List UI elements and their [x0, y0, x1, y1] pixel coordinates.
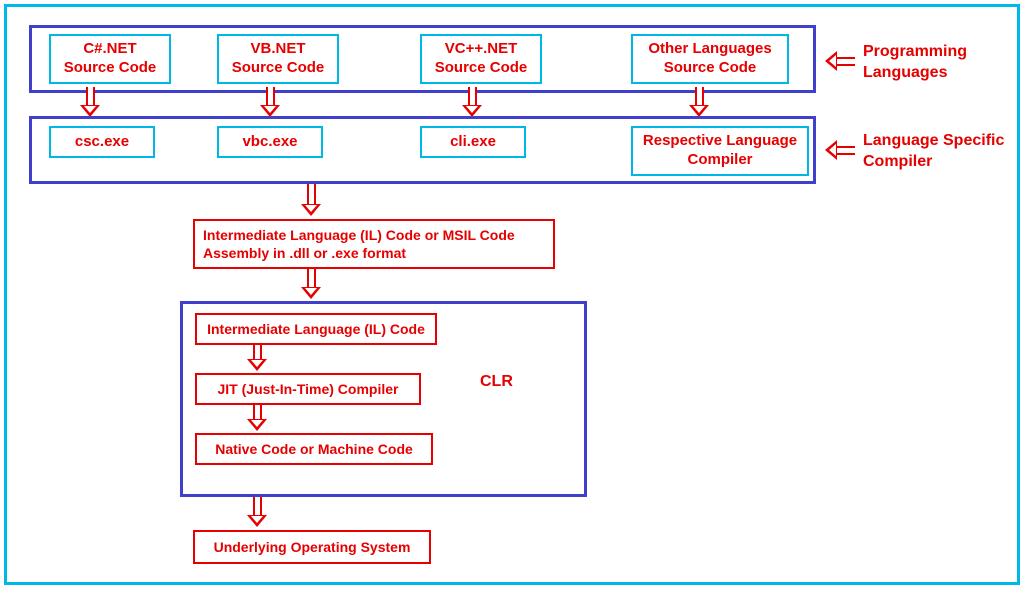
text: Source Code [435, 59, 528, 78]
box-vcpp-source: VC++.NET Source Code [420, 34, 542, 84]
text: Languages [863, 63, 967, 84]
box-vbc: vbc.exe [217, 126, 323, 158]
diagram-frame: C#.NET Source Code VB.NET Source Code VC… [4, 4, 1020, 585]
text: C#.NET [83, 40, 136, 59]
box-cli: cli.exe [420, 126, 526, 158]
label-programming-languages: Programming Languages [863, 42, 967, 84]
arrow-left-icon [825, 51, 855, 71]
text: VC++.NET [445, 40, 518, 59]
text: vbc.exe [242, 133, 297, 152]
box-il-code: Intermediate Language (IL) Code [195, 313, 437, 345]
text: cli.exe [450, 133, 496, 152]
text: Compiler [687, 151, 752, 170]
text: Respective Language [643, 132, 797, 151]
text: VB.NET [250, 40, 305, 59]
text: Source Code [664, 59, 757, 78]
label-clr: CLR [480, 372, 513, 393]
arrow-down-icon [301, 269, 321, 299]
label-language-compiler: Language Specific Compiler [863, 131, 1004, 173]
box-respective-compiler: Respective Language Compiler [631, 126, 809, 176]
text: Compiler [863, 152, 1004, 173]
arrow-left-icon [825, 140, 855, 160]
text: Programming [863, 42, 967, 63]
text: csc.exe [75, 133, 129, 152]
box-other-source: Other Languages Source Code [631, 34, 789, 84]
text: Source Code [232, 59, 325, 78]
arrow-down-icon [689, 87, 709, 117]
text: Source Code [64, 59, 157, 78]
box-jit: JIT (Just-In-Time) Compiler [195, 373, 421, 405]
box-il-assembly: Intermediate Language (IL) Code or MSIL … [193, 219, 555, 269]
box-vb-source: VB.NET Source Code [217, 34, 339, 84]
box-os: Underlying Operating System [193, 530, 431, 564]
text: Intermediate Language (IL) Code or MSIL … [203, 226, 515, 244]
text: Assembly in .dll or .exe format [203, 244, 406, 262]
arrow-down-icon [301, 184, 321, 216]
arrow-down-icon [462, 87, 482, 117]
arrow-down-icon [260, 87, 280, 117]
text: Language Specific [863, 131, 1004, 152]
box-csc: csc.exe [49, 126, 155, 158]
text: Intermediate Language (IL) Code [207, 320, 425, 338]
arrow-down-icon [247, 497, 267, 527]
box-csharp-source: C#.NET Source Code [49, 34, 171, 84]
text: Native Code or Machine Code [215, 440, 413, 458]
arrow-down-icon [247, 345, 267, 371]
text: JIT (Just-In-Time) Compiler [218, 380, 399, 398]
text: Underlying Operating System [214, 538, 411, 556]
box-native-code: Native Code or Machine Code [195, 433, 433, 465]
arrow-down-icon [80, 87, 100, 117]
arrow-down-icon [247, 405, 267, 431]
text: Other Languages [648, 40, 771, 59]
